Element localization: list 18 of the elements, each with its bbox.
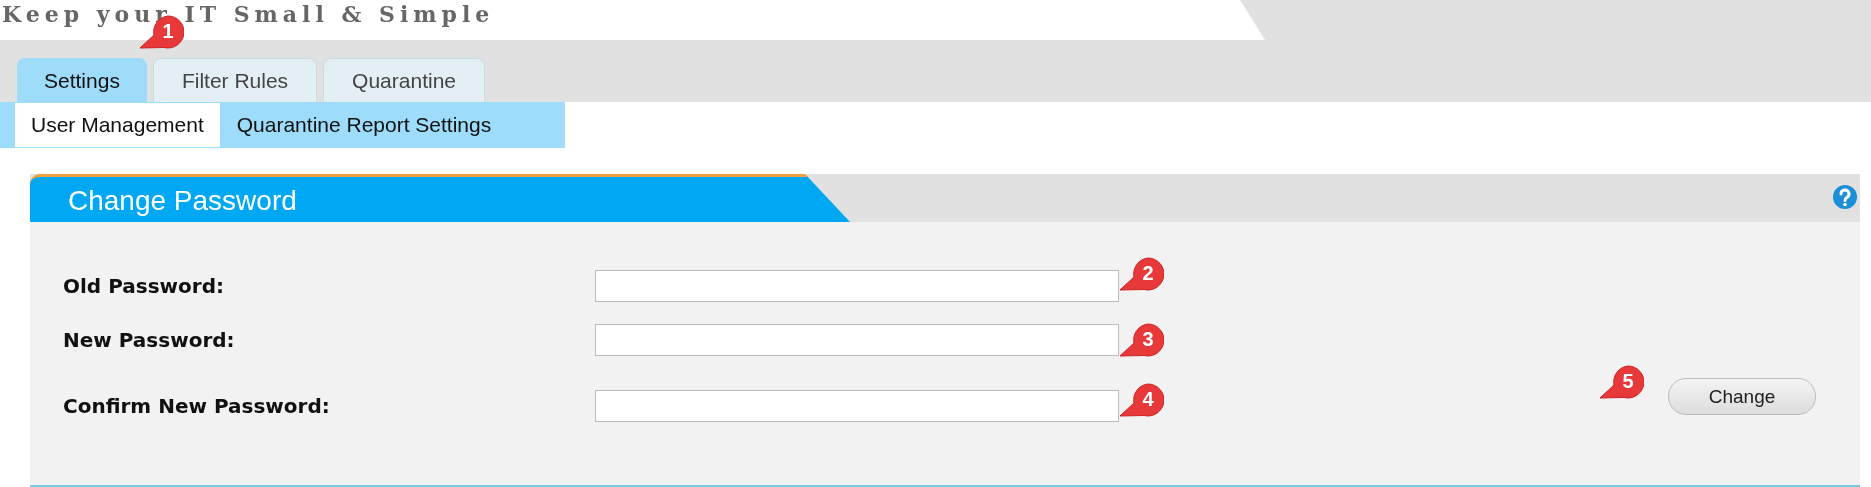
help-icon[interactable]	[1832, 184, 1858, 210]
field-label: Confirm New Password:	[62, 394, 331, 418]
password-field[interactable]	[595, 390, 1119, 422]
callout-marker: 3	[1118, 322, 1164, 360]
tab[interactable]: Settings	[17, 58, 147, 102]
password-field[interactable]	[595, 324, 1119, 356]
callout-marker: 5	[1598, 364, 1644, 402]
change-button[interactable]: Change	[1668, 378, 1816, 415]
subtab[interactable]: User Management	[14, 102, 221, 148]
field-label: New Password:	[62, 328, 236, 352]
password-field[interactable]	[595, 270, 1119, 302]
tab[interactable]: Filter Rules	[152, 58, 318, 102]
field-label: Old Password:	[62, 274, 225, 298]
panel-title: Change Password	[30, 174, 850, 222]
callout-marker: 2	[1118, 256, 1164, 294]
callout-marker: 4	[1118, 382, 1164, 420]
tab[interactable]: Quarantine	[323, 58, 485, 102]
subtab[interactable]: Quarantine Report Settings	[220, 102, 508, 148]
